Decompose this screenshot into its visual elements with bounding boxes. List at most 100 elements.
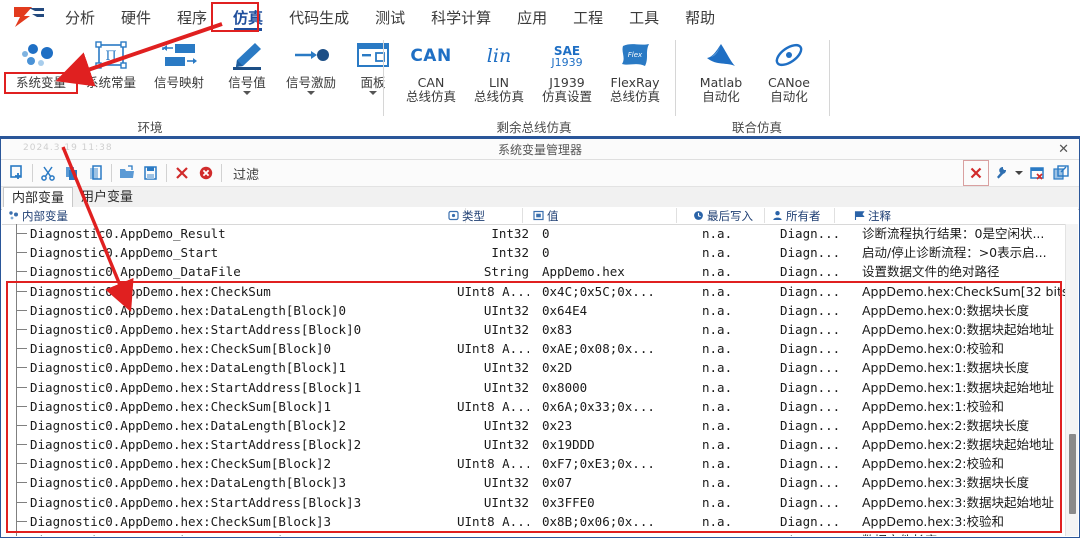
- table-row[interactable]: Diagnostic0.AppDemo.hex:DataLength[Block…: [2, 473, 1065, 493]
- cell-type: UInt8 A...: [457, 283, 529, 299]
- column-header-name[interactable]: 内部变量: [8, 207, 466, 224]
- cell-type: UInt32: [483, 437, 529, 453]
- cell-type: UInt32: [483, 360, 529, 376]
- ribbon-button-matlab[interactable]: Matlab 自动化: [688, 36, 754, 104]
- menu-item-9[interactable]: 工具: [616, 5, 672, 30]
- cell-comment: AppDemo.hex:3:校验和: [862, 513, 1004, 529]
- group-divider: [383, 40, 384, 116]
- column-header-value[interactable]: 值: [533, 207, 677, 224]
- dialog-title-bar: 2024.3.19 11:38 系统变量管理器 ✕: [1, 139, 1079, 160]
- detach-window-icon[interactable]: [1049, 161, 1073, 185]
- cell-type: UInt8 A...: [457, 513, 529, 529]
- tree-node-dash: [16, 328, 27, 330]
- table-row[interactable]: Diagnostic0.AppDemo.hex:DataLength[Block…: [2, 300, 1065, 320]
- cell-owner: Diagn...: [780, 245, 841, 261]
- ribbon-button-canoe[interactable]: CANoe 自动化: [756, 36, 822, 104]
- chevron-down-icon[interactable]: [307, 91, 315, 95]
- menu-item-5[interactable]: 测试: [362, 5, 418, 30]
- cell-value: 0x653B: [542, 531, 587, 536]
- chevron-down-icon[interactable]: [369, 91, 377, 95]
- open-folder-icon[interactable]: [115, 161, 139, 185]
- close-icon[interactable]: ✕: [1058, 141, 1069, 157]
- ribbon-button-signal-generator[interactable]: 信号激励: [278, 36, 344, 95]
- table-row[interactable]: Diagnostic0.AppDemo.hex:StartAddress[Blo…: [2, 492, 1065, 512]
- table-row[interactable]: Diagnostic0.AppDemo.hex:StartAddress[Blo…: [2, 319, 1065, 340]
- save-icon[interactable]: [139, 161, 163, 185]
- menu-item-7[interactable]: 应用: [504, 5, 560, 30]
- ribbon-button-system-constant[interactable]: Π 系统常量: [78, 36, 144, 90]
- column-header-comment[interactable]: 注释: [854, 207, 891, 224]
- ribbon-button-lin-bus[interactable]: lin LIN 总线仿真: [466, 36, 532, 104]
- menu-item-1[interactable]: 硬件: [108, 5, 164, 30]
- menu-item-8[interactable]: 工程: [560, 5, 616, 30]
- ribbon-button-system-variable[interactable]: 系统变量: [8, 36, 74, 90]
- cell-comment: AppDemo.hex:0:数据块长度: [862, 302, 1029, 318]
- remove-circle-icon[interactable]: [194, 161, 218, 185]
- menu-item-4[interactable]: 代码生成: [276, 5, 362, 30]
- cell-name: Diagnostic0.AppDemo.hex:DataLength[Block…: [30, 302, 347, 318]
- table-row[interactable]: Diagnostic0.AppDemo.hex:StartAddress[Blo…: [2, 377, 1065, 397]
- lin-logo-icon: lin: [486, 45, 512, 67]
- menu-item-0[interactable]: 分析: [52, 5, 108, 30]
- menu-item-2[interactable]: 程序: [164, 5, 220, 30]
- table-row[interactable]: Diagnostic0.AppDemo.hex:CheckSum[Block]2…: [2, 454, 1065, 474]
- ribbon-button-label: 信号值: [228, 75, 266, 90]
- column-header-type[interactable]: 类型: [448, 207, 523, 224]
- tree-node-dash: [16, 520, 27, 522]
- ribbon-button-label: Matlab: [699, 75, 743, 90]
- tab-internal-variables[interactable]: 内部变量: [3, 187, 74, 209]
- chevron-down-icon[interactable]: [243, 91, 251, 95]
- table-row[interactable]: Diagnostic0.AppDemo_Result Int32 0 n.a. Diag…: [2, 224, 1065, 244]
- cut-icon[interactable]: [36, 161, 60, 185]
- signal-generator-icon: [278, 36, 344, 76]
- ribbon-button-signal-mapping[interactable]: 信号映射: [146, 36, 212, 90]
- column-header-last-write[interactable]: 最后写入: [693, 207, 765, 224]
- cell-owner: Diagn...: [780, 437, 841, 453]
- table-row[interactable]: Diagnostic0.AppDemo.hex:CheckSum[Block]3…: [2, 511, 1065, 531]
- close-window-icon[interactable]: [1025, 161, 1049, 185]
- tree-node-dash: [16, 309, 27, 311]
- cell-comment: AppDemo.hex:1:数据块起始地址: [862, 379, 1054, 395]
- table-row[interactable]: Diagnostic0.AppDemo.hex:CheckSum UInt8 A.…: [2, 281, 1072, 301]
- table-row[interactable]: Diagnostic0.AppDemo_DataFile String AppDem…: [2, 262, 1065, 282]
- ribbon-button-j1939[interactable]: SAE J1939 J1939 仿真设置: [534, 36, 600, 104]
- cell-owner: Diagn...: [780, 226, 841, 241]
- new-variable-icon[interactable]: [5, 161, 29, 185]
- copy-icon[interactable]: [60, 161, 84, 185]
- ribbon-button-label: 系统常量: [85, 75, 136, 90]
- table-row[interactable]: Diagnostic0.AppDemo.hex:CheckSum[Block]0…: [2, 339, 1065, 359]
- menu-item-10[interactable]: 帮助: [672, 5, 728, 30]
- delete-x-icon[interactable]: [170, 161, 194, 185]
- menu-item-label: 代码生成: [289, 8, 350, 27]
- ribbon-body: 系统变量 Π 系统常量 信号映射 信号值 信号激励 面板 环境 CAN CAN …: [0, 34, 1080, 138]
- ribbon-button-flexray[interactable]: Flex FlexRay 总线仿真: [602, 36, 668, 104]
- column-header-label: 值: [547, 208, 559, 223]
- clear-filter-x-icon[interactable]: [963, 160, 989, 186]
- table-row[interactable]: Diagnostic0.AppDemo.hex:CheckSum[Block]1…: [2, 396, 1065, 416]
- ribbon-button-can-bus[interactable]: CAN CAN 总线仿真: [398, 36, 464, 104]
- paste-icon[interactable]: [84, 161, 108, 185]
- menu-item-3[interactable]: 仿真: [220, 5, 276, 31]
- filter-settings-wrench-icon[interactable]: [989, 161, 1013, 185]
- cell-type: UInt32: [457, 531, 529, 536]
- vertical-scrollbar[interactable]: [1065, 224, 1078, 536]
- table-row[interactable]: Diagnostic0.AppDemo.hex:StartAddress[Blo…: [2, 435, 1065, 455]
- menu-item-6[interactable]: 科学计算: [418, 5, 504, 30]
- cell-value: 0x8000: [542, 379, 588, 395]
- cell-owner: Diagn...: [780, 513, 841, 529]
- cell-value: 0: [542, 245, 550, 261]
- cell-owner: Diagn...: [780, 341, 841, 357]
- table-row[interactable]: Diagnostic0.AppDemo.hex:DataLength[Block…: [2, 415, 1065, 436]
- table-row[interactable]: Diagnostic0.AppDemo_Start Int32 0 n.a. Diagn…: [2, 243, 1065, 263]
- menu-item-label: 帮助: [685, 8, 716, 27]
- table-row[interactable]: Diagnostic0.AppDemo.hex:DataLength UInt32…: [2, 531, 1065, 536]
- scrollbar-thumb[interactable]: [1069, 434, 1076, 514]
- column-header-owner[interactable]: 所有者: [772, 207, 835, 224]
- system-variable-manager-dialog: 2024.3.19 11:38 系统变量管理器 ✕ 过滤 内部变量 用户变量 内…: [0, 138, 1080, 538]
- filter-dropdown-caret-icon[interactable]: [1013, 161, 1025, 185]
- ribbon-button-signal-value[interactable]: 信号值: [214, 36, 280, 95]
- filter-label: 过滤: [233, 167, 260, 183]
- tab-user-variables[interactable]: 用户变量: [73, 187, 141, 209]
- table-row[interactable]: Diagnostic0.AppDemo.hex:DataLength[Block…: [2, 358, 1065, 378]
- cell-comment: 设置数据文件的绝对路径: [862, 264, 1000, 280]
